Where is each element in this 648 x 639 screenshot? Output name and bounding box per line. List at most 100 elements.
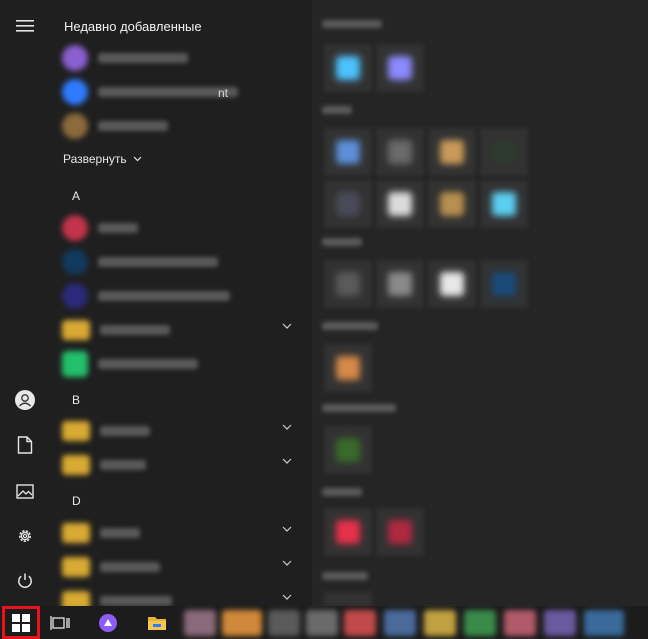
folder-item[interactable] [58, 415, 306, 447]
recently-added-title: Недавно добавленные [64, 19, 202, 34]
list-item[interactable] [58, 280, 306, 312]
app-icon [62, 351, 88, 377]
start-rail [0, 0, 50, 606]
taskbar-app[interactable] [424, 610, 456, 636]
list-item[interactable] [58, 348, 306, 380]
tile[interactable] [324, 44, 372, 92]
folder-icon [62, 421, 90, 441]
alice-assistant-icon [99, 613, 117, 632]
tile-group-label [322, 488, 362, 496]
app-icon [62, 249, 88, 275]
tile[interactable] [376, 508, 424, 556]
tile-group-label [322, 238, 362, 246]
chevron-down-icon [282, 424, 292, 430]
folder-icon [62, 523, 90, 543]
taskbar-app[interactable] [184, 610, 216, 636]
tile[interactable] [324, 344, 372, 392]
file-explorer-icon [148, 616, 166, 630]
taskbar-app[interactable] [306, 610, 338, 636]
tile[interactable] [376, 260, 424, 308]
folder-item[interactable] [58, 585, 306, 606]
folder-item[interactable] [58, 449, 306, 481]
power-icon [18, 573, 32, 588]
tile-group-label [322, 106, 352, 114]
app-icon [62, 79, 88, 105]
tile[interactable] [324, 508, 372, 556]
folder-item[interactable] [58, 551, 306, 583]
task-view-button[interactable] [44, 606, 76, 639]
tile[interactable] [428, 180, 476, 228]
power-button[interactable] [0, 559, 50, 603]
app-icon [62, 113, 88, 139]
tile[interactable] [480, 180, 528, 228]
folder-item[interactable] [58, 314, 306, 346]
letter-header-a[interactable]: A [72, 189, 80, 203]
taskbar-app[interactable] [268, 610, 300, 636]
folder-icon [62, 591, 90, 606]
taskbar [0, 606, 648, 639]
tile-group-label [322, 20, 382, 28]
taskbar-app[interactable] [464, 610, 496, 636]
tile[interactable] [376, 180, 424, 228]
alice-button[interactable] [92, 606, 124, 639]
folder-icon [62, 455, 90, 475]
folder-item[interactable] [58, 517, 306, 549]
tiles-pane [312, 0, 648, 606]
taskbar-app[interactable] [344, 610, 376, 636]
gear-icon [19, 530, 31, 542]
app-label-fragment: nt [218, 86, 229, 100]
tile[interactable] [480, 128, 528, 176]
list-item[interactable] [58, 42, 306, 74]
app-icon [62, 283, 88, 309]
list-item[interactable] [58, 110, 306, 142]
tile[interactable] [480, 260, 528, 308]
tile[interactable] [324, 180, 372, 228]
taskbar-app[interactable] [584, 610, 624, 636]
documents-button[interactable] [0, 423, 50, 467]
settings-button[interactable] [0, 514, 50, 558]
taskbar-app[interactable] [504, 610, 536, 636]
start-button[interactable] [2, 606, 40, 639]
folder-icon [62, 557, 90, 577]
document-icon [17, 436, 33, 454]
menu-button[interactable] [0, 4, 50, 48]
expand-button[interactable]: Развернуть [63, 152, 142, 166]
letter-header-b[interactable]: B [72, 393, 80, 407]
tile[interactable] [376, 128, 424, 176]
app-icon [62, 215, 88, 241]
tile[interactable] [324, 592, 372, 606]
expand-label: Развернуть [63, 152, 127, 166]
tile-group-label [322, 404, 396, 412]
tile[interactable] [324, 426, 372, 474]
app-icon [62, 45, 88, 71]
folder-icon [62, 320, 90, 340]
list-item[interactable] [58, 76, 306, 108]
tile[interactable] [324, 128, 372, 176]
tile-group-label [322, 572, 368, 580]
tile[interactable] [324, 260, 372, 308]
user-avatar-icon [15, 390, 35, 410]
tile[interactable] [376, 44, 424, 92]
taskbar-app[interactable] [544, 610, 576, 636]
chevron-down-icon [282, 458, 292, 464]
windows-logo-icon [12, 613, 30, 632]
tile[interactable] [428, 260, 476, 308]
file-explorer-button[interactable] [140, 606, 174, 639]
letter-header-d[interactable]: D [72, 494, 81, 508]
list-item[interactable] [58, 246, 306, 278]
account-button[interactable] [0, 378, 50, 422]
hamburger-icon [16, 20, 34, 32]
taskbar-app[interactable] [222, 610, 262, 636]
list-item[interactable] [58, 212, 306, 244]
chevron-down-icon [282, 560, 292, 566]
chevron-down-icon [282, 323, 292, 329]
pictures-button[interactable] [0, 469, 50, 513]
tile[interactable] [428, 128, 476, 176]
chevron-down-icon [133, 156, 142, 162]
chevron-down-icon [282, 594, 292, 600]
chevron-down-icon [282, 526, 292, 532]
tile-group-label [322, 322, 378, 330]
app-list: Недавно добавленные nt Развернуть A B D [50, 0, 312, 606]
taskbar-app[interactable] [384, 610, 416, 636]
task-view-icon [50, 615, 70, 630]
